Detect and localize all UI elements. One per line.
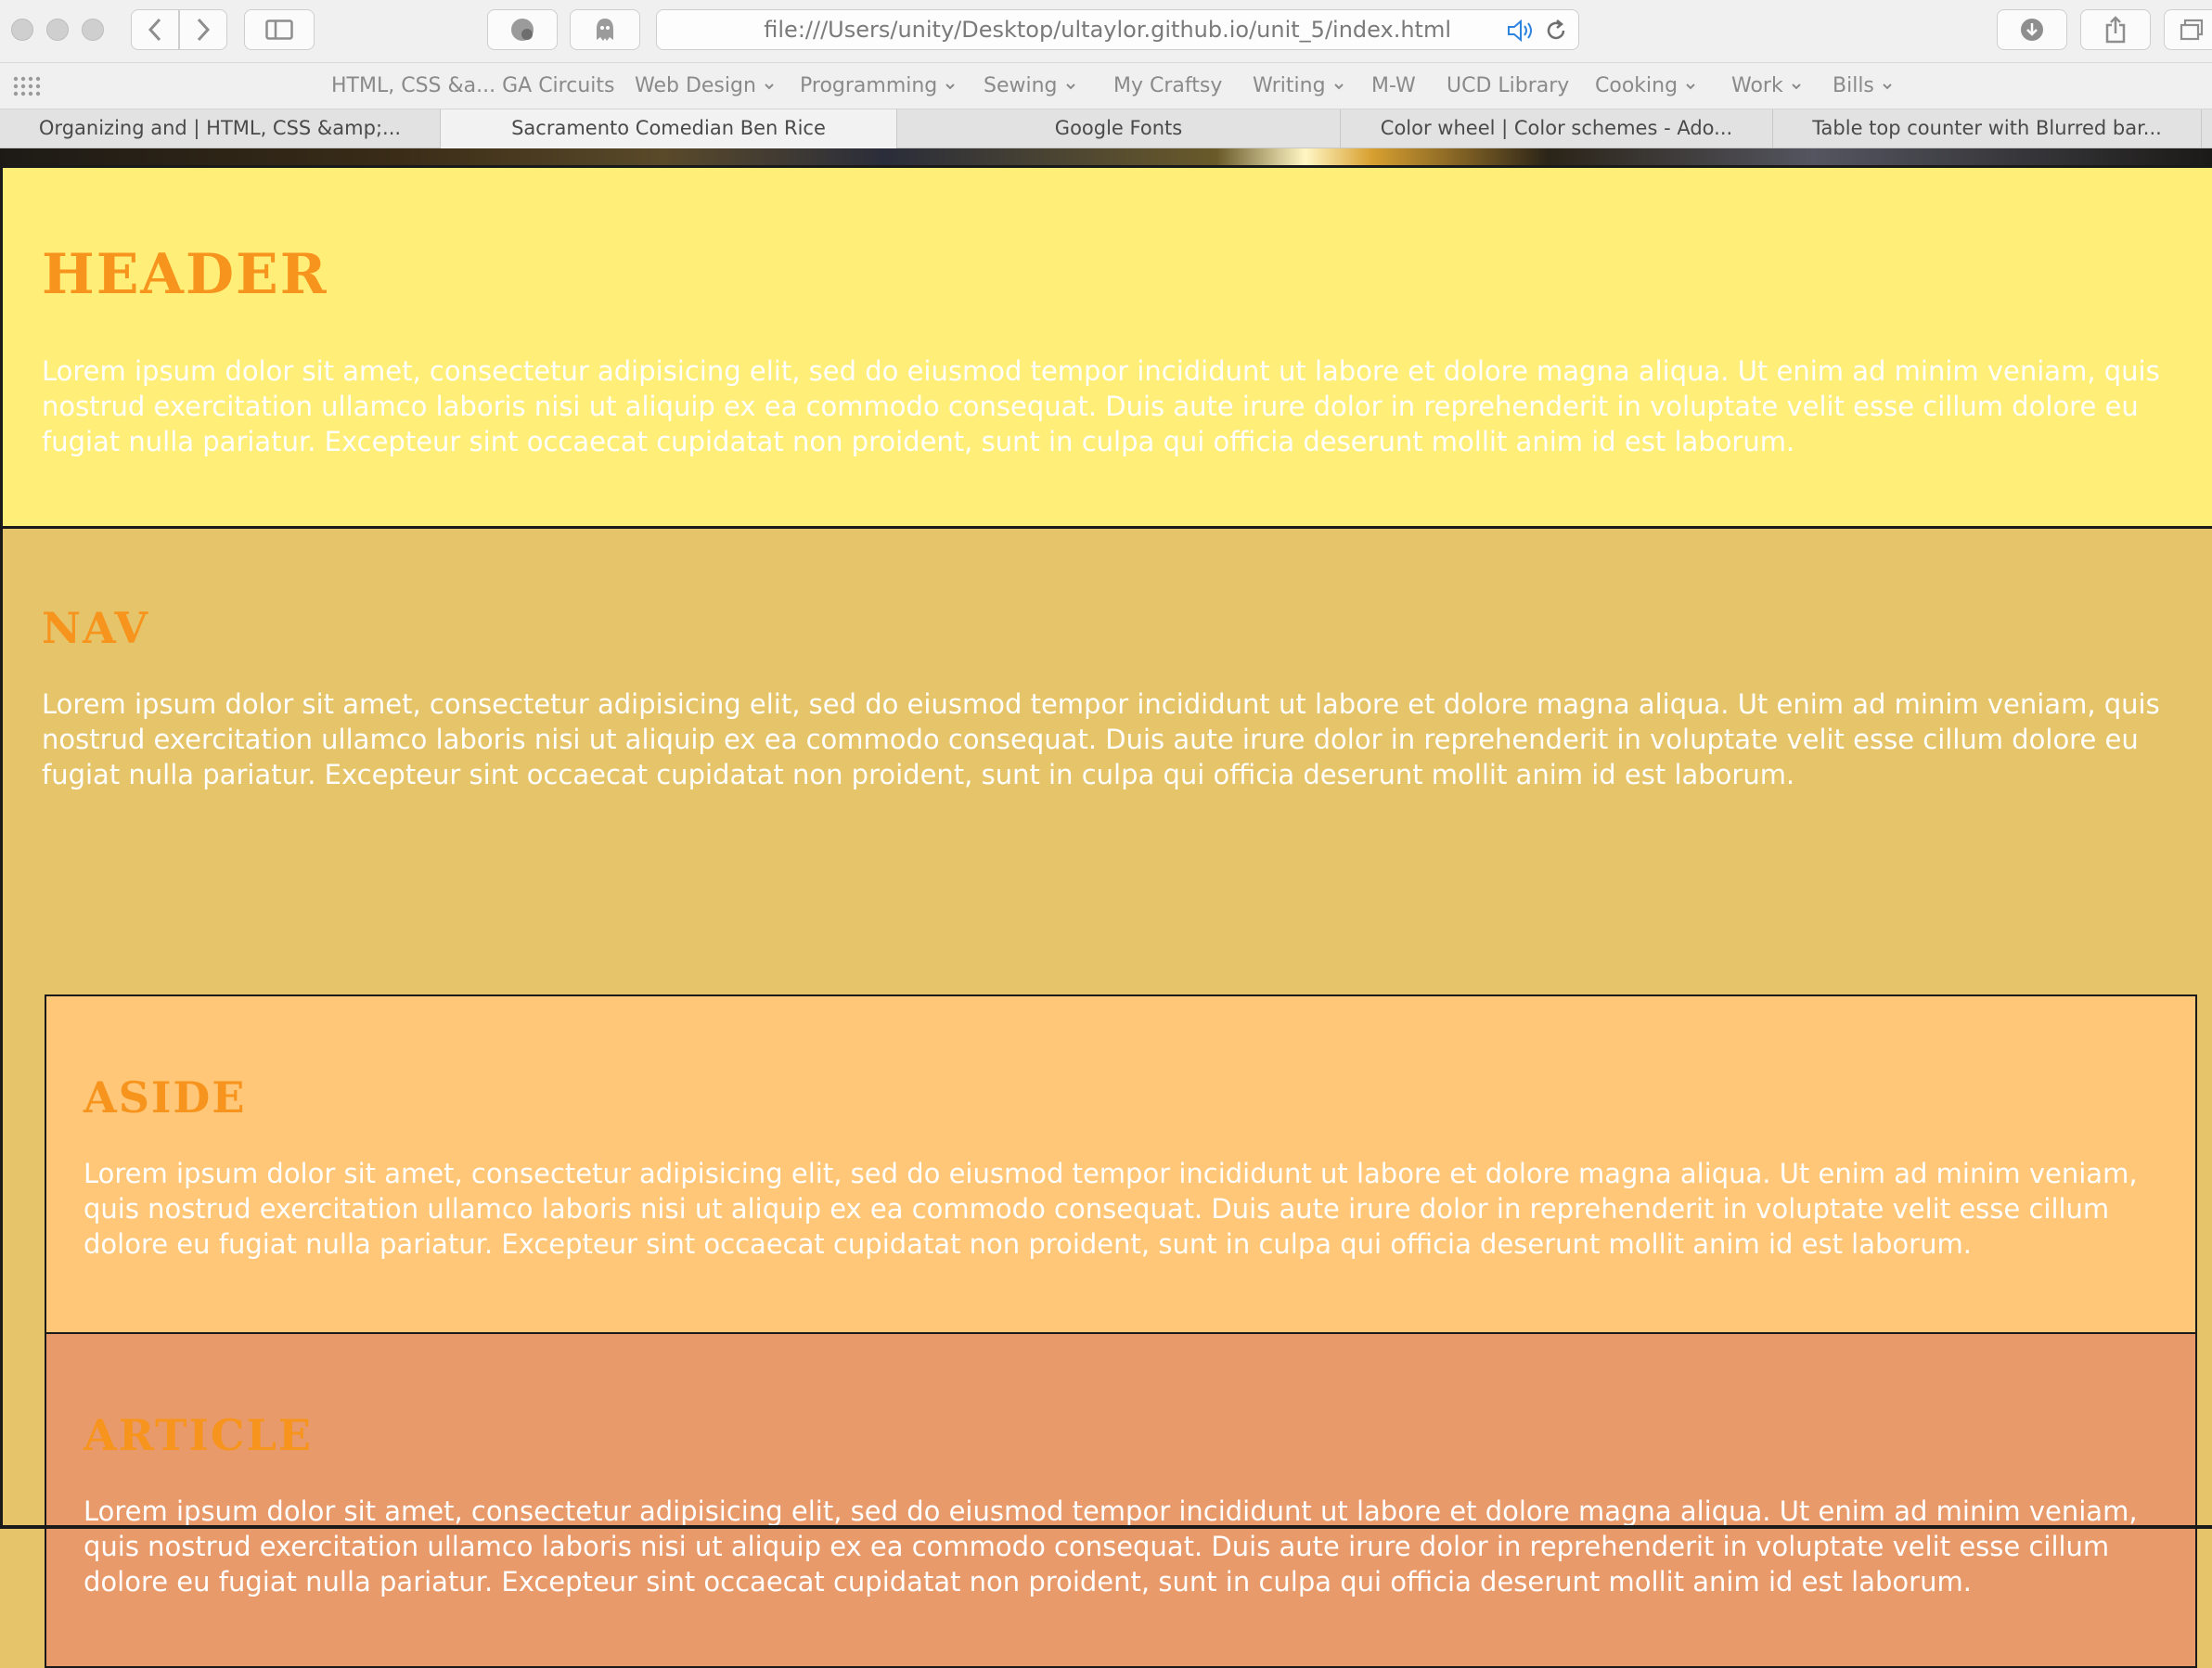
bookmark-item[interactable]: Cooking xyxy=(1595,63,1696,109)
url-text: file:///Users/unity/Desktop/ultaylor.git… xyxy=(764,17,1451,43)
chevron-down-icon xyxy=(1792,83,1801,90)
bookmark-label: Bills xyxy=(1833,74,1874,97)
tab-label: Table top counter with Blurred bar... xyxy=(1812,117,2162,139)
aside-section: ASIDE Lorem ipsum dolor sit amet, consec… xyxy=(45,994,2197,1334)
bookmark-item[interactable]: Programming xyxy=(800,63,956,109)
extension-button-1[interactable] xyxy=(487,9,558,50)
tab-label: Sacramento Comedian Ben Rice xyxy=(511,117,826,139)
extension-badge-icon xyxy=(511,19,534,41)
nav-body: Lorem ipsum dolor sit amet, consectetur … xyxy=(42,688,2160,790)
bookmark-label: Programming xyxy=(800,74,938,97)
bookmark-item[interactable]: Writing xyxy=(1253,63,1344,109)
nav-section: NAV Lorem ipsum dolor sit amet, consecte… xyxy=(0,529,2212,1668)
aside-title: ASIDE xyxy=(84,1072,247,1123)
back-button[interactable] xyxy=(131,9,179,50)
tab-google-fonts[interactable]: Google Fonts xyxy=(897,109,1341,148)
header-section: HEADER Lorem ipsum dolor sit amet, conse… xyxy=(0,165,2212,529)
page-content: HEADER Lorem ipsum dolor sit amet, conse… xyxy=(0,165,2212,1668)
bookmark-item[interactable]: Web Design xyxy=(635,63,775,109)
forward-button[interactable] xyxy=(179,9,227,50)
chevron-down-icon xyxy=(1883,83,1892,90)
article-section: ARTICLE Lorem ipsum dolor sit amet, cons… xyxy=(45,1332,2197,1668)
grid-icon[interactable] xyxy=(13,76,41,96)
chevron-down-icon xyxy=(1686,83,1695,90)
nav-title: NAV xyxy=(42,603,150,653)
chevron-down-icon xyxy=(1333,83,1344,90)
chevron-right-icon xyxy=(197,18,211,42)
chevron-down-icon xyxy=(765,83,774,90)
article-title: ARTICLE xyxy=(84,1410,313,1460)
article-body: Lorem ipsum dolor sit amet, consectetur … xyxy=(84,1495,2138,1597)
minimize-window-button[interactable] xyxy=(46,19,69,41)
bookmark-label: My Craftsy xyxy=(1113,74,1223,97)
speaker-icon[interactable] xyxy=(1506,19,1536,42)
bookmark-item[interactable]: Bills xyxy=(1833,63,1893,109)
chevron-down-icon xyxy=(945,83,955,90)
bookmark-item[interactable]: My Craftsy xyxy=(1113,63,1222,109)
tab-overview-button[interactable] xyxy=(2164,9,2212,50)
sidebar-icon xyxy=(265,19,293,40)
tab-label: Google Fonts xyxy=(1054,117,1183,139)
page-background-image-strip xyxy=(0,148,2212,165)
reload-icon[interactable] xyxy=(1544,19,1568,43)
bookmark-label: Writing xyxy=(1253,74,1326,97)
bookmark-label: Work xyxy=(1731,74,1783,97)
sidebar-toggle-button[interactable] xyxy=(244,9,315,50)
chevron-left-icon xyxy=(148,18,161,42)
download-icon xyxy=(2021,19,2043,41)
close-window-button[interactable] xyxy=(11,19,33,41)
bookmark-item[interactable]: HTML, CSS &a... GA Circuits xyxy=(331,63,614,109)
bookmark-item[interactable]: M-W xyxy=(1371,63,1416,109)
bookmark-item[interactable]: Work xyxy=(1731,63,1802,109)
aside-body: Lorem ipsum dolor sit amet, consectetur … xyxy=(84,1158,2138,1260)
page-bottom-border xyxy=(0,1525,2212,1529)
tab-label: Color wheel | Color schemes - Ado... xyxy=(1380,117,1733,139)
chevron-down-icon xyxy=(1065,83,1075,90)
bookmark-label: Sewing xyxy=(984,74,1058,97)
tab-color-wheel[interactable]: Color wheel | Color schemes - Ado... xyxy=(1341,109,1773,148)
ghostery-button[interactable] xyxy=(570,9,640,50)
share-button[interactable] xyxy=(2080,9,2151,50)
header-body: Lorem ipsum dolor sit amet, consectetur … xyxy=(42,355,2160,457)
address-bar[interactable]: file:///Users/unity/Desktop/ultaylor.git… xyxy=(656,9,1579,50)
tab-sacramento-comedian[interactable]: Sacramento Comedian Ben Rice xyxy=(441,109,897,148)
tab-table-top-counter[interactable]: Table top counter with Blurred bar... xyxy=(1773,109,2202,148)
zoom-window-button[interactable] xyxy=(82,19,104,41)
tab-bar: Organizing and | HTML, CSS &amp;... Sacr… xyxy=(0,109,2212,148)
browser-toolbar: file:///Users/unity/Desktop/ultaylor.git… xyxy=(0,0,2212,63)
bookmark-label: UCD Library xyxy=(1447,74,1570,97)
bookmark-label: HTML, CSS &a... GA Circuits xyxy=(331,74,615,97)
bookmark-label: M-W xyxy=(1371,74,1416,97)
bookmark-item[interactable]: Sewing xyxy=(984,63,1076,109)
downloads-button[interactable] xyxy=(1997,9,2067,50)
header-title: HEADER xyxy=(42,242,328,307)
ghost-icon xyxy=(597,19,613,41)
share-icon xyxy=(2105,16,2126,44)
tab-organizing[interactable]: Organizing and | HTML, CSS &amp;... xyxy=(0,109,441,148)
bookmark-label: Web Design xyxy=(635,74,756,97)
bookmark-item[interactable]: UCD Library xyxy=(1447,63,1569,109)
tabs-icon xyxy=(2180,19,2204,41)
bookmarks-bar: HTML, CSS &a... GA Circuits Web Design Pro… xyxy=(0,63,2212,109)
bookmark-label: Cooking xyxy=(1595,74,1678,97)
tab-label: Organizing and | HTML, CSS &amp;... xyxy=(38,117,402,139)
